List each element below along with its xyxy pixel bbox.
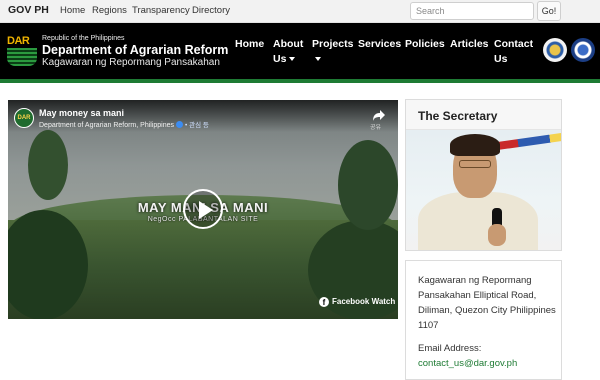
nav-projects-label: Projects [312,38,354,50]
nav-articles[interactable]: Articles [450,37,489,52]
topbar-link-transparency[interactable]: Transparency [132,5,190,16]
secretary-title: The Secretary [418,109,498,123]
nav-about-us[interactable]: About Us [273,37,303,67]
share-label: 공유 [370,125,382,131]
agency-name-filipino: Kagawaran ng Repormang Pansakahan [42,57,220,68]
facebook-watch-label: Facebook Watch [332,297,396,306]
nav-projects[interactable]: Projects [312,37,353,67]
verified-icon [176,121,184,128]
facebook-watch-link[interactable]: f Facebook Watch [319,297,395,307]
photo-hair [450,134,500,156]
office-address: Kagawaran ng Repormang Pansakahan Ellipt… [418,275,556,331]
email-label: Email Address: [418,343,482,354]
header-accent-line [0,79,600,83]
video-player[interactable]: DAR May money sa mani Department of Agra… [8,100,398,319]
chevron-down-icon [289,57,296,62]
search-go-button[interactable]: Go! [537,1,561,21]
secretary-card: The Secretary [405,99,562,251]
nav-contact-label: Contact [494,38,534,50]
nav-services[interactable]: Services [358,37,401,52]
search-input[interactable] [410,2,534,20]
video-page-name[interactable]: Department of Agrarian Reform, Philippin… [39,119,209,129]
seal-icon[interactable] [543,38,567,62]
agency-name[interactable]: Department of Agrarian Reform [42,43,228,57]
seal-icon[interactable] [571,38,595,62]
share-icon[interactable] [372,108,386,122]
photo-glasses [459,160,491,168]
nav-policies[interactable]: Policies [405,37,445,52]
photo-hand [488,224,506,246]
gov-ph-bar: GOV PH Home Regions Transparency Directo… [0,0,600,23]
video-tree [28,130,68,200]
agency-header: DAR Republic of the Philippines Departme… [0,23,600,79]
topbar-link-home[interactable]: Home [60,5,85,16]
republic-label: Republic of the Philippines [42,35,125,42]
facebook-icon: f [319,297,329,307]
rice-field-icon [7,48,37,66]
photo-shirt [418,192,538,250]
follow-link[interactable]: • 관심 등 [185,122,209,129]
nav-about-label: About [273,38,304,50]
video-title[interactable]: May money sa mani [39,108,124,118]
page-avatar[interactable]: DAR [14,108,34,128]
nav-about-label-2: Us [273,53,287,65]
nav-contact-label-2: Us [494,53,508,65]
topbar-link-directory[interactable]: Directory [192,5,230,16]
chevron-down-icon [315,57,321,62]
video-page-label: Department of Agrarian Reform, Philippin… [39,122,175,129]
topbar-link-regions[interactable]: Regions [92,5,127,16]
contact-card: Kagawaran ng Repormang Pansakahan Ellipt… [405,260,562,380]
play-button-icon[interactable] [183,189,223,229]
nav-home[interactable]: Home [235,37,264,52]
secretary-card-header: The Secretary [406,100,561,130]
dar-logo-text: DAR [7,35,30,47]
gov-ph-brand[interactable]: GOV PH [8,4,49,16]
email-link[interactable]: contact_us@dar.gov.ph [418,358,517,369]
dar-logo[interactable]: DAR [7,35,37,67]
secretary-photo[interactable] [406,130,561,250]
nav-contact-us[interactable]: Contact Us [494,37,533,67]
